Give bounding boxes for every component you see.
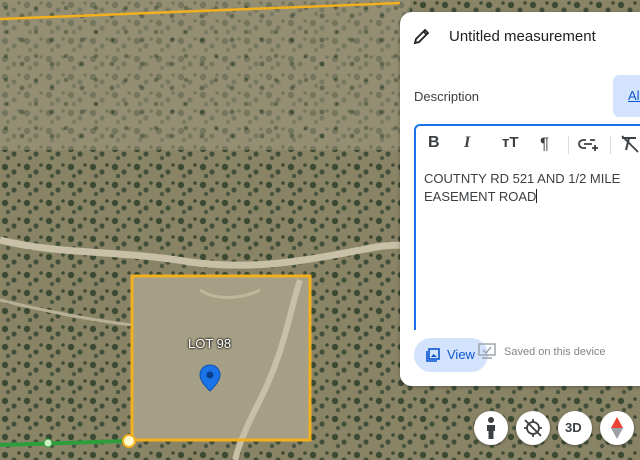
add-link-icon[interactable] (578, 136, 600, 152)
lot-label: LOT 98 (188, 336, 232, 351)
panel-header: Untitled measurement (400, 12, 640, 60)
tilt-button[interactable] (516, 411, 550, 445)
compass-button[interactable] (600, 411, 634, 445)
3d-button[interactable]: 3D (558, 411, 592, 445)
toolbar-divider (568, 136, 569, 154)
format-toolbar: B I тT ¶ (416, 126, 640, 162)
italic-icon[interactable]: I (464, 134, 470, 152)
pencil-icon[interactable] (412, 26, 432, 46)
all-button-label: All (628, 88, 640, 103)
pegman-icon (487, 417, 495, 439)
saved-status: Saved on this device (478, 343, 606, 359)
clear-format-icon[interactable] (619, 135, 640, 153)
location-pin-icon[interactable] (199, 364, 221, 392)
gallery-icon (426, 348, 440, 362)
panel-footer: View Saved on this device (400, 330, 640, 386)
street-view-button[interactable] (474, 411, 508, 445)
bold-icon[interactable]: B (428, 134, 440, 152)
text-size-icon[interactable]: тT (502, 134, 519, 151)
all-button[interactable]: All (613, 75, 640, 117)
compass-icon (611, 417, 623, 439)
view-button-label: View (447, 347, 475, 362)
description-editor[interactable]: B I тT ¶ COUTNTY RD 521 AND 1/2 MILE EAS… (414, 124, 640, 331)
3d-label: 3D (565, 420, 582, 435)
measurement-title[interactable]: Untitled measurement (449, 28, 596, 45)
view-button[interactable]: View (414, 338, 488, 372)
description-label: Description (414, 89, 480, 104)
description-text[interactable]: COUTNTY RD 521 AND 1/2 MILE EASEMENT ROA… (424, 170, 640, 206)
toolbar-divider (610, 136, 611, 154)
paragraph-icon[interactable]: ¶ (540, 134, 549, 154)
measurement-panel: Untitled measurement Description All B I… (400, 12, 640, 386)
saved-device-icon (478, 343, 496, 359)
tilt-icon (524, 419, 542, 437)
